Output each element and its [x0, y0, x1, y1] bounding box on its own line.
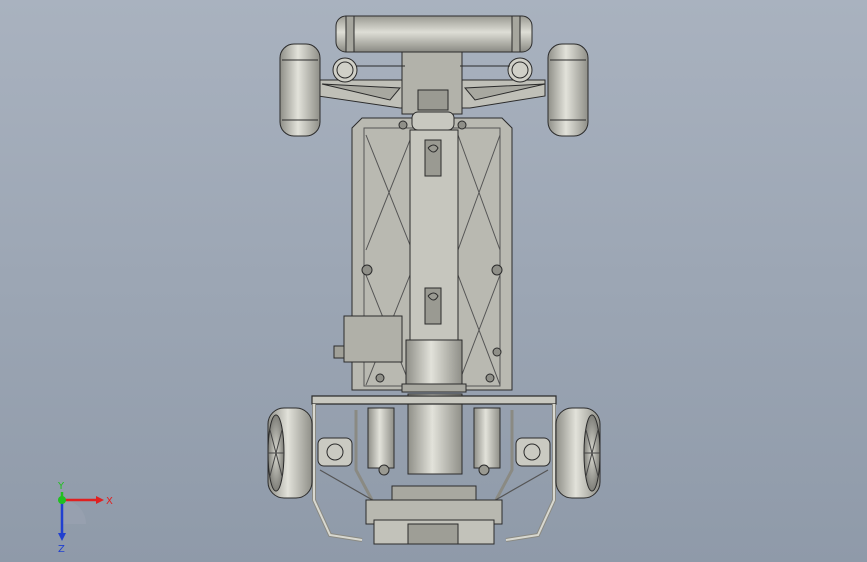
z-axis-label: Z	[58, 544, 65, 553]
chassis-model-view[interactable]	[0, 0, 867, 562]
side-electronics-box	[333, 315, 403, 363]
rear-right-wheel	[555, 407, 601, 499]
cad-graphics-viewport[interactable]: X Y Z	[0, 0, 867, 562]
motor	[401, 339, 467, 475]
front-cylinder	[335, 15, 533, 53]
triad-shadow-quadrant	[62, 500, 86, 524]
front-left-wheel	[279, 43, 321, 137]
orientation-triad[interactable]: X Y Z	[40, 478, 130, 553]
x-axis-arrowhead	[96, 496, 104, 504]
front-right-wheel	[547, 43, 589, 137]
x-axis-label: X	[106, 496, 113, 507]
triad-origin	[58, 496, 66, 504]
z-axis-arrowhead	[58, 533, 66, 541]
rear-left-wheel	[267, 407, 313, 499]
y-axis-label: Y	[57, 481, 65, 492]
